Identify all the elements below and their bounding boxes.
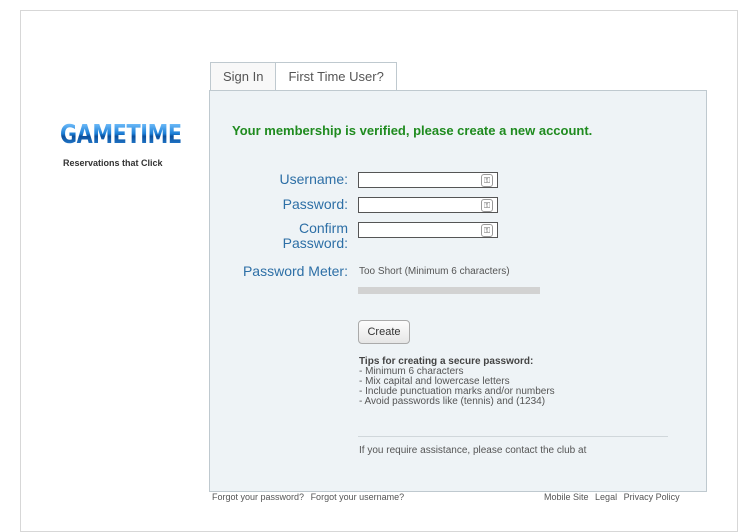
confirm-password-input[interactable] (359, 226, 481, 240)
key-icon[interactable]: ⚿ (481, 224, 493, 237)
logo-tagline: Reservations that Click (63, 158, 163, 168)
username-label: Username: (279, 171, 348, 187)
confirm-password-field[interactable]: ⚿ (358, 222, 498, 240)
legal-link[interactable]: Legal (595, 492, 617, 502)
username-input[interactable] (359, 176, 481, 190)
key-icon[interactable]: ⚿ (481, 199, 493, 212)
password-input[interactable] (359, 201, 481, 215)
mobile-site-link[interactable]: Mobile Site (544, 492, 589, 502)
key-icon[interactable]: ⚿ (481, 174, 493, 187)
password-meter-bar (358, 287, 540, 294)
password-label: Password: (282, 196, 348, 212)
create-account-panel: Your membership is verified, please crea… (209, 90, 707, 492)
password-meter-status: Too Short (Minimum 6 characters) (359, 266, 510, 277)
password-meter-label: Password Meter: (242, 263, 348, 279)
verified-message: Your membership is verified, please crea… (232, 123, 593, 138)
password-field[interactable]: ⚿ (358, 197, 498, 215)
confirm-label-line2: Password: (282, 235, 348, 251)
privacy-policy-link[interactable]: Privacy Policy (624, 492, 680, 502)
account-tabs: Sign In First Time User? (210, 62, 397, 91)
tab-first-time-user[interactable]: First Time User? (275, 62, 397, 91)
confirm-label-line1: Confirm (298, 220, 348, 236)
tab-sign-in[interactable]: Sign In (210, 62, 277, 91)
divider (358, 436, 668, 437)
password-tips: Tips for creating a secure password: - M… (359, 357, 555, 407)
username-field[interactable]: ⚿ (358, 172, 498, 190)
forgot-password-link[interactable]: Forgot your password? (212, 492, 304, 502)
assistance-text: If you require assistance, please contac… (359, 445, 587, 456)
tip-item: - Avoid passwords like (tennis) and (123… (359, 396, 546, 407)
create-button[interactable]: Create (358, 320, 410, 344)
forgot-username-link[interactable]: Forgot your username? (311, 492, 405, 502)
confirm-password-label: Confirm Password: (283, 221, 348, 251)
footer-right: Mobile Site Legal Privacy Policy (544, 492, 684, 502)
gametime-logo: GAMETIME (60, 122, 212, 148)
footer-left: Forgot your password? Forgot your userna… (212, 492, 408, 502)
logo-wordmark: GAMETIME (60, 120, 182, 150)
